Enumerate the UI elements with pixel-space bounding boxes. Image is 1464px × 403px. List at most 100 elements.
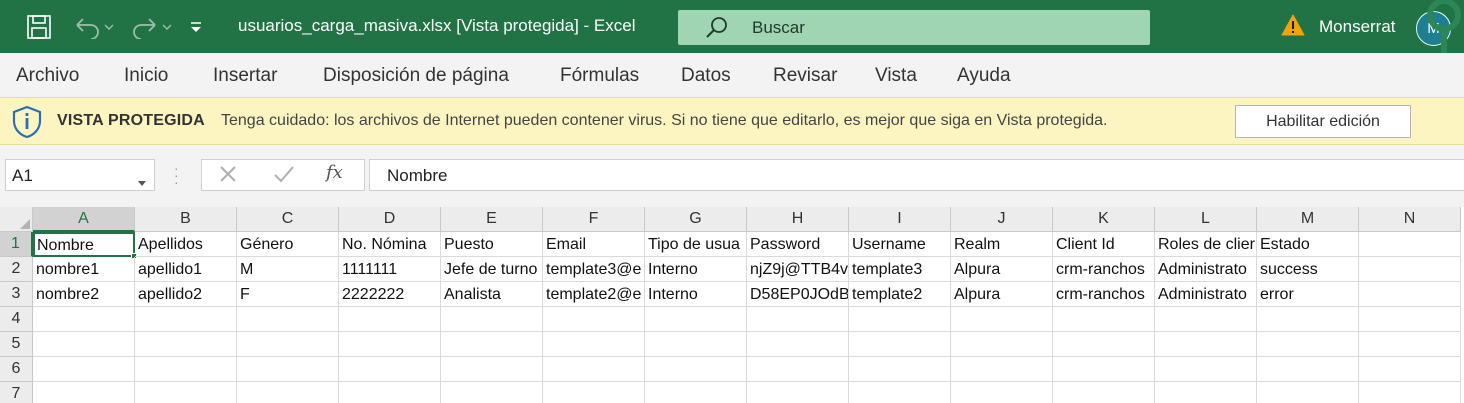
column-header-c[interactable]: C <box>237 207 339 232</box>
cell-a6[interactable] <box>33 357 135 382</box>
cell-l4[interactable] <box>1155 307 1257 332</box>
cell-h3[interactable]: D58EP0JOdB <box>747 282 849 307</box>
cell-g5[interactable] <box>645 332 747 357</box>
row-header-2[interactable]: 2 <box>0 257 33 282</box>
cell-b5[interactable] <box>135 332 237 357</box>
cell-l7[interactable] <box>1155 382 1257 403</box>
cell-j5[interactable] <box>951 332 1053 357</box>
cell-n4[interactable] <box>1359 307 1461 332</box>
cell-k4[interactable] <box>1053 307 1155 332</box>
cell-n3[interactable] <box>1359 282 1461 307</box>
cell-j3[interactable]: Alpura <box>951 282 1053 307</box>
tab-ayuda[interactable]: Ayuda <box>957 65 1011 87</box>
cell-g4[interactable] <box>645 307 747 332</box>
cell-m5[interactable] <box>1257 332 1359 357</box>
insert-function-icon[interactable]: fx <box>326 162 343 183</box>
cell-f4[interactable] <box>543 307 645 332</box>
column-header-j[interactable]: J <box>951 207 1053 232</box>
cell-c5[interactable] <box>237 332 339 357</box>
cell-l5[interactable] <box>1155 332 1257 357</box>
cell-l1[interactable]: Roles de clier <box>1155 232 1257 257</box>
cell-g3[interactable]: Interno <box>645 282 747 307</box>
cell-i4[interactable] <box>849 307 951 332</box>
cell-m2[interactable]: success <box>1257 257 1359 282</box>
cell-d4[interactable] <box>339 307 441 332</box>
cell-g7[interactable] <box>645 382 747 403</box>
cell-e2[interactable]: Jefe de turno <box>441 257 543 282</box>
row-header-1[interactable]: 1 <box>0 232 33 257</box>
save-icon[interactable] <box>24 12 54 42</box>
cell-h6[interactable] <box>747 357 849 382</box>
cell-a4[interactable] <box>33 307 135 332</box>
chevron-down-icon[interactable] <box>138 172 146 192</box>
cell-i3[interactable]: template2 <box>849 282 951 307</box>
cell-k3[interactable]: crm-ranchos <box>1053 282 1155 307</box>
cell-h7[interactable] <box>747 382 849 403</box>
column-header-e[interactable]: E <box>441 207 543 232</box>
cell-l3[interactable]: Administrato <box>1155 282 1257 307</box>
cell-a2[interactable]: nombre1 <box>33 257 135 282</box>
cell-d1[interactable]: No. Nómina <box>339 232 441 257</box>
cell-n5[interactable] <box>1359 332 1461 357</box>
cell-m1[interactable]: Estado <box>1257 232 1359 257</box>
cell-m6[interactable] <box>1257 357 1359 382</box>
column-header-i[interactable]: I <box>849 207 951 232</box>
cell-l6[interactable] <box>1155 357 1257 382</box>
column-header-g[interactable]: G <box>645 207 747 232</box>
cell-k2[interactable]: crm-ranchos <box>1053 257 1155 282</box>
cell-f3[interactable]: template2@e <box>543 282 645 307</box>
user-name[interactable]: Monserrat <box>1319 17 1396 37</box>
cell-f6[interactable] <box>543 357 645 382</box>
row-header-5[interactable]: 5 <box>0 332 33 357</box>
tab-archivo[interactable]: Archivo <box>16 65 79 87</box>
cell-e7[interactable] <box>441 382 543 403</box>
column-header-b[interactable]: B <box>135 207 237 232</box>
cell-j6[interactable] <box>951 357 1053 382</box>
cell-b4[interactable] <box>135 307 237 332</box>
cell-f5[interactable] <box>543 332 645 357</box>
cell-g2[interactable]: Interno <box>645 257 747 282</box>
cell-i1[interactable]: Username <box>849 232 951 257</box>
warning-icon[interactable] <box>1281 14 1305 41</box>
cell-c6[interactable] <box>237 357 339 382</box>
cell-l2[interactable]: Administrato <box>1155 257 1257 282</box>
cell-i2[interactable]: template3 <box>849 257 951 282</box>
cell-d3[interactable]: 2222222 <box>339 282 441 307</box>
undo-icon[interactable] <box>68 12 118 42</box>
name-box[interactable]: A1 <box>5 159 155 191</box>
cell-k1[interactable]: Client Id <box>1053 232 1155 257</box>
cell-j2[interactable]: Alpura <box>951 257 1053 282</box>
cell-g1[interactable]: Tipo de usua <box>645 232 747 257</box>
column-header-a[interactable]: A <box>33 207 135 232</box>
cell-a5[interactable] <box>33 332 135 357</box>
tab-insertar[interactable]: Insertar <box>213 65 277 87</box>
search-input[interactable]: Buscar <box>678 10 1150 45</box>
cell-c4[interactable] <box>237 307 339 332</box>
formula-input[interactable]: Nombre <box>369 159 1464 191</box>
cell-b7[interactable] <box>135 382 237 403</box>
cell-n2[interactable] <box>1359 257 1461 282</box>
cell-b2[interactable]: apellido1 <box>135 257 237 282</box>
enter-check-icon[interactable] <box>273 164 295 189</box>
cell-k6[interactable] <box>1053 357 1155 382</box>
cell-n7[interactable] <box>1359 382 1461 403</box>
cell-h2[interactable]: njZ9j@TTB4v <box>747 257 849 282</box>
tab-datos[interactable]: Datos <box>681 65 731 87</box>
cell-e3[interactable]: Analista <box>441 282 543 307</box>
enable-editing-button[interactable]: Habilitar edición <box>1235 105 1411 138</box>
cell-b1[interactable]: Apellidos <box>135 232 237 257</box>
cell-j7[interactable] <box>951 382 1053 403</box>
cell-d6[interactable] <box>339 357 441 382</box>
cell-j1[interactable]: Realm <box>951 232 1053 257</box>
cell-a1[interactable]: Nombre <box>33 232 137 259</box>
splitter-dots-icon[interactable]: · · · <box>174 161 179 189</box>
cell-d7[interactable] <box>339 382 441 403</box>
cell-h5[interactable] <box>747 332 849 357</box>
redo-icon[interactable] <box>126 12 176 42</box>
cell-c1[interactable]: Género <box>237 232 339 257</box>
cell-d5[interactable] <box>339 332 441 357</box>
cell-f1[interactable]: Email <box>543 232 645 257</box>
tab-inicio[interactable]: Inicio <box>124 65 168 87</box>
column-header-f[interactable]: F <box>543 207 645 232</box>
cell-e4[interactable] <box>441 307 543 332</box>
